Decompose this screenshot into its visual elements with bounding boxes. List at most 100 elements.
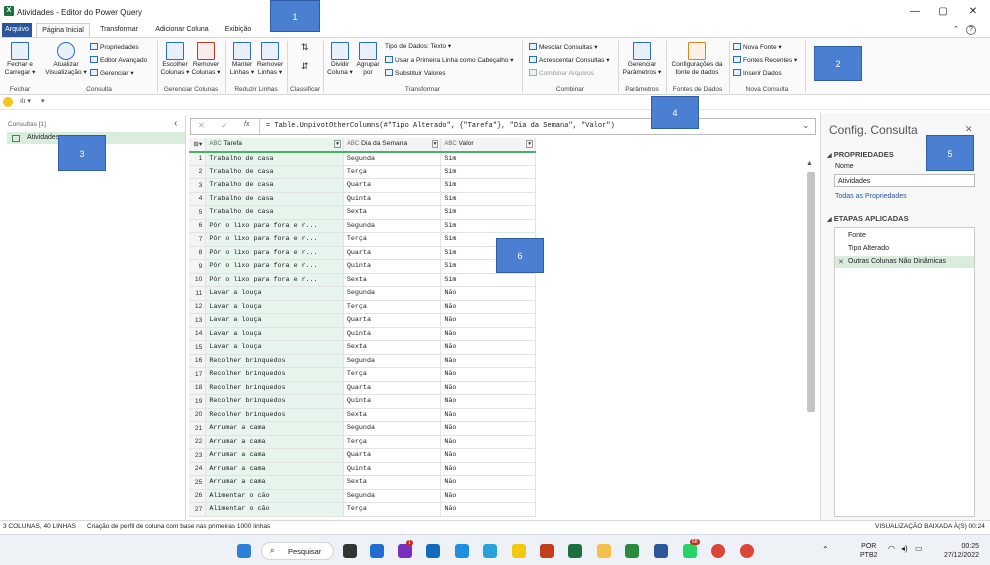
table-row[interactable]: 6 Pôr o lixo para fora e r... Segunda Sim bbox=[189, 219, 536, 233]
cell-tarefa[interactable]: Recolher brinquedos bbox=[205, 367, 344, 382]
dividir-coluna-button[interactable]: Dividir Coluna ▾ bbox=[327, 42, 353, 77]
escolher-colunas-button[interactable]: Escolher Colunas ▾ bbox=[160, 42, 190, 77]
cell-valor[interactable]: Não bbox=[440, 300, 536, 314]
power-bi-icon[interactable] bbox=[512, 544, 526, 558]
fx-icon[interactable]: fx bbox=[244, 121, 249, 128]
table-row[interactable]: 11 Lavar a louça Segunda Não bbox=[189, 286, 536, 301]
cell-valor[interactable]: Sim bbox=[440, 219, 536, 233]
smiley-feedback-icon[interactable] bbox=[3, 97, 13, 107]
cell-dia-da-semana[interactable]: Quinta bbox=[343, 394, 442, 409]
table-row[interactable]: 5 Trabalho de casa Sexta Sim bbox=[189, 205, 536, 220]
table-row[interactable]: 14 Lavar a louça Quinta Não bbox=[189, 327, 536, 341]
nova-fonte-button[interactable]: Nova Fonte ▾ bbox=[733, 43, 782, 52]
wifi-icon[interactable]: ◠ bbox=[888, 544, 895, 553]
table-row[interactable]: 18 Recolher brinquedos Quarta Não bbox=[189, 381, 536, 395]
step-tipo-alterado[interactable]: Tipo Alterado bbox=[835, 243, 974, 255]
table-row[interactable]: 13 Lavar a louça Quarta Não bbox=[189, 313, 536, 328]
cell-valor[interactable]: Não bbox=[440, 327, 536, 341]
table-row[interactable]: 22 Arrumar a cama Terça Não bbox=[189, 435, 536, 449]
cell-dia-da-semana[interactable]: Terça bbox=[343, 502, 442, 517]
cell-tarefa[interactable]: Lavar a louça bbox=[205, 300, 344, 314]
file-explorer-icon[interactable] bbox=[597, 544, 611, 558]
table-row[interactable]: 2 Trabalho de casa Terça Sim bbox=[189, 165, 536, 179]
tab-arquivo[interactable]: Arquivo bbox=[2, 23, 32, 37]
cell-valor[interactable]: Não bbox=[440, 448, 536, 463]
remover-linhas-button[interactable]: Remover Linhas ▾ bbox=[256, 42, 284, 77]
cell-dia-da-semana[interactable]: Quinta bbox=[343, 259, 442, 274]
help-icon[interactable]: ? bbox=[966, 25, 976, 35]
gerenciar-parametros-button[interactable]: Gerenciar Parâmetros ▾ bbox=[620, 42, 664, 77]
snipping-tool-icon[interactable] bbox=[625, 544, 639, 558]
table-row[interactable]: 21 Arrumar a cama Segunda Não bbox=[189, 421, 536, 436]
cell-dia-da-semana[interactable]: Quinta bbox=[343, 462, 442, 476]
cancel-formula-icon[interactable]: ✕ bbox=[198, 121, 205, 130]
cell-dia-da-semana[interactable]: Terça bbox=[343, 300, 442, 314]
cell-tarefa[interactable]: Arrumar a cama bbox=[205, 462, 344, 476]
cell-tarefa[interactable]: Lavar a louça bbox=[205, 313, 344, 328]
cell-dia-da-semana[interactable]: Quarta bbox=[343, 448, 442, 463]
close-settings-icon[interactable]: ✕ bbox=[965, 124, 973, 135]
cell-dia-da-semana[interactable]: Quinta bbox=[343, 327, 442, 341]
cell-tarefa[interactable]: Arrumar a cama bbox=[205, 448, 344, 463]
cell-tarefa[interactable]: Recolher brinquedos bbox=[205, 381, 344, 395]
table-row[interactable]: 12 Lavar a louça Terça Não bbox=[189, 300, 536, 314]
cell-dia-da-semana[interactable]: Quarta bbox=[343, 313, 442, 328]
tab-pagina-inicial[interactable]: Página Inicial bbox=[36, 23, 90, 37]
confirm-formula-icon[interactable]: ✓ bbox=[221, 121, 228, 130]
cell-tarefa[interactable]: Pôr o lixo para fora e r... bbox=[205, 273, 344, 287]
config-fonte-dados-button[interactable]: Configurações da fonte de dados bbox=[668, 42, 726, 77]
table-row[interactable]: 15 Lavar a louça Sexta Não bbox=[189, 340, 536, 355]
filter-dropdown-icon[interactable]: ▾ bbox=[431, 140, 439, 149]
column-header-dia-da-semana[interactable]: ABC Dia da Semana ▾ bbox=[343, 138, 442, 153]
cell-tarefa[interactable]: Trabalho de casa bbox=[205, 165, 344, 179]
excel-icon[interactable] bbox=[568, 544, 582, 558]
table-row[interactable]: 24 Arrumar a cama Quinta Não bbox=[189, 462, 536, 476]
cell-valor[interactable]: Não bbox=[440, 367, 536, 382]
task-view-icon[interactable] bbox=[343, 544, 357, 558]
table-row[interactable]: 19 Recolher brinquedos Quinta Não bbox=[189, 394, 536, 409]
battery-icon[interactable]: ▭ bbox=[915, 544, 923, 553]
cell-tarefa[interactable]: Arrumar a cama bbox=[205, 435, 344, 449]
table-menu-icon[interactable]: ⊞▾ bbox=[189, 138, 207, 153]
tray-chevron-icon[interactable]: ⌃ bbox=[822, 545, 829, 554]
minimize-button[interactable]: — bbox=[908, 6, 922, 18]
cell-valor[interactable]: Não bbox=[440, 489, 536, 503]
cell-dia-da-semana[interactable]: Terça bbox=[343, 435, 442, 449]
expand-formula-icon[interactable]: ⌄ bbox=[802, 120, 810, 131]
table-row[interactable]: 20 Recolher brinquedos Sexta Não bbox=[189, 408, 536, 422]
restore-button[interactable]: ▢ bbox=[936, 6, 950, 18]
windows-start-icon[interactable] bbox=[237, 544, 251, 558]
acrescentar-consultas-button[interactable]: Acrescentar Consultas ▾ bbox=[529, 56, 609, 65]
chart-icon[interactable]: ılı ▾ bbox=[20, 97, 31, 105]
table-row[interactable]: 16 Recolher brinquedos Segunda Não bbox=[189, 354, 536, 368]
cell-valor[interactable]: Não bbox=[440, 340, 536, 355]
tab-transformar[interactable]: Transformar bbox=[96, 23, 142, 37]
substituir-valores-button[interactable]: Substituir Valores bbox=[385, 69, 445, 78]
atualizar-visualizacao-button[interactable]: Atualizar Visualização ▾ bbox=[43, 42, 89, 77]
tab-adicionar-coluna[interactable]: Adicionar Coluna bbox=[150, 23, 214, 37]
cell-tarefa[interactable]: Pôr o lixo para fora e r... bbox=[205, 259, 344, 274]
cell-tarefa[interactable]: Recolher brinquedos bbox=[205, 354, 344, 368]
cell-dia-da-semana[interactable]: Sexta bbox=[343, 273, 442, 287]
cell-dia-da-semana[interactable]: Sexta bbox=[343, 475, 442, 490]
cell-dia-da-semana[interactable]: Quarta bbox=[343, 178, 442, 193]
cell-valor[interactable]: Não bbox=[440, 408, 536, 422]
cell-dia-da-semana[interactable]: Terça bbox=[343, 232, 442, 247]
clock[interactable]: 00:25 27/12/2022 bbox=[937, 542, 979, 560]
cell-dia-da-semana[interactable]: Terça bbox=[343, 165, 442, 179]
cell-valor[interactable]: Sim bbox=[440, 205, 536, 220]
cell-tarefa[interactable]: Trabalho de casa bbox=[205, 192, 344, 206]
usar-primeira-linha-button[interactable]: Usar a Primeira Linha como Cabeçalho ▾ bbox=[385, 56, 514, 65]
query-name-input[interactable]: Atividades bbox=[834, 174, 975, 187]
cell-tarefa[interactable]: Pôr o lixo para fora e r... bbox=[205, 232, 344, 247]
editor-avancado-button[interactable]: Editor Avançado bbox=[90, 56, 147, 65]
table-row[interactable]: 3 Trabalho de casa Quarta Sim bbox=[189, 178, 536, 193]
table-row[interactable]: 9 Pôr o lixo para fora e r... Quinta Sim bbox=[189, 259, 536, 274]
cell-valor[interactable]: Não bbox=[440, 354, 536, 368]
etapas-header[interactable]: ◢ ETAPAS APLICADAS bbox=[827, 214, 909, 223]
cell-valor[interactable]: Não bbox=[440, 421, 536, 436]
telegram-icon[interactable] bbox=[483, 544, 497, 558]
cell-dia-da-semana[interactable]: Segunda bbox=[343, 421, 442, 436]
cell-tarefa[interactable]: Lavar a louça bbox=[205, 286, 344, 301]
table-row[interactable]: 1 Trabalho de casa Segunda Sim bbox=[189, 151, 536, 166]
